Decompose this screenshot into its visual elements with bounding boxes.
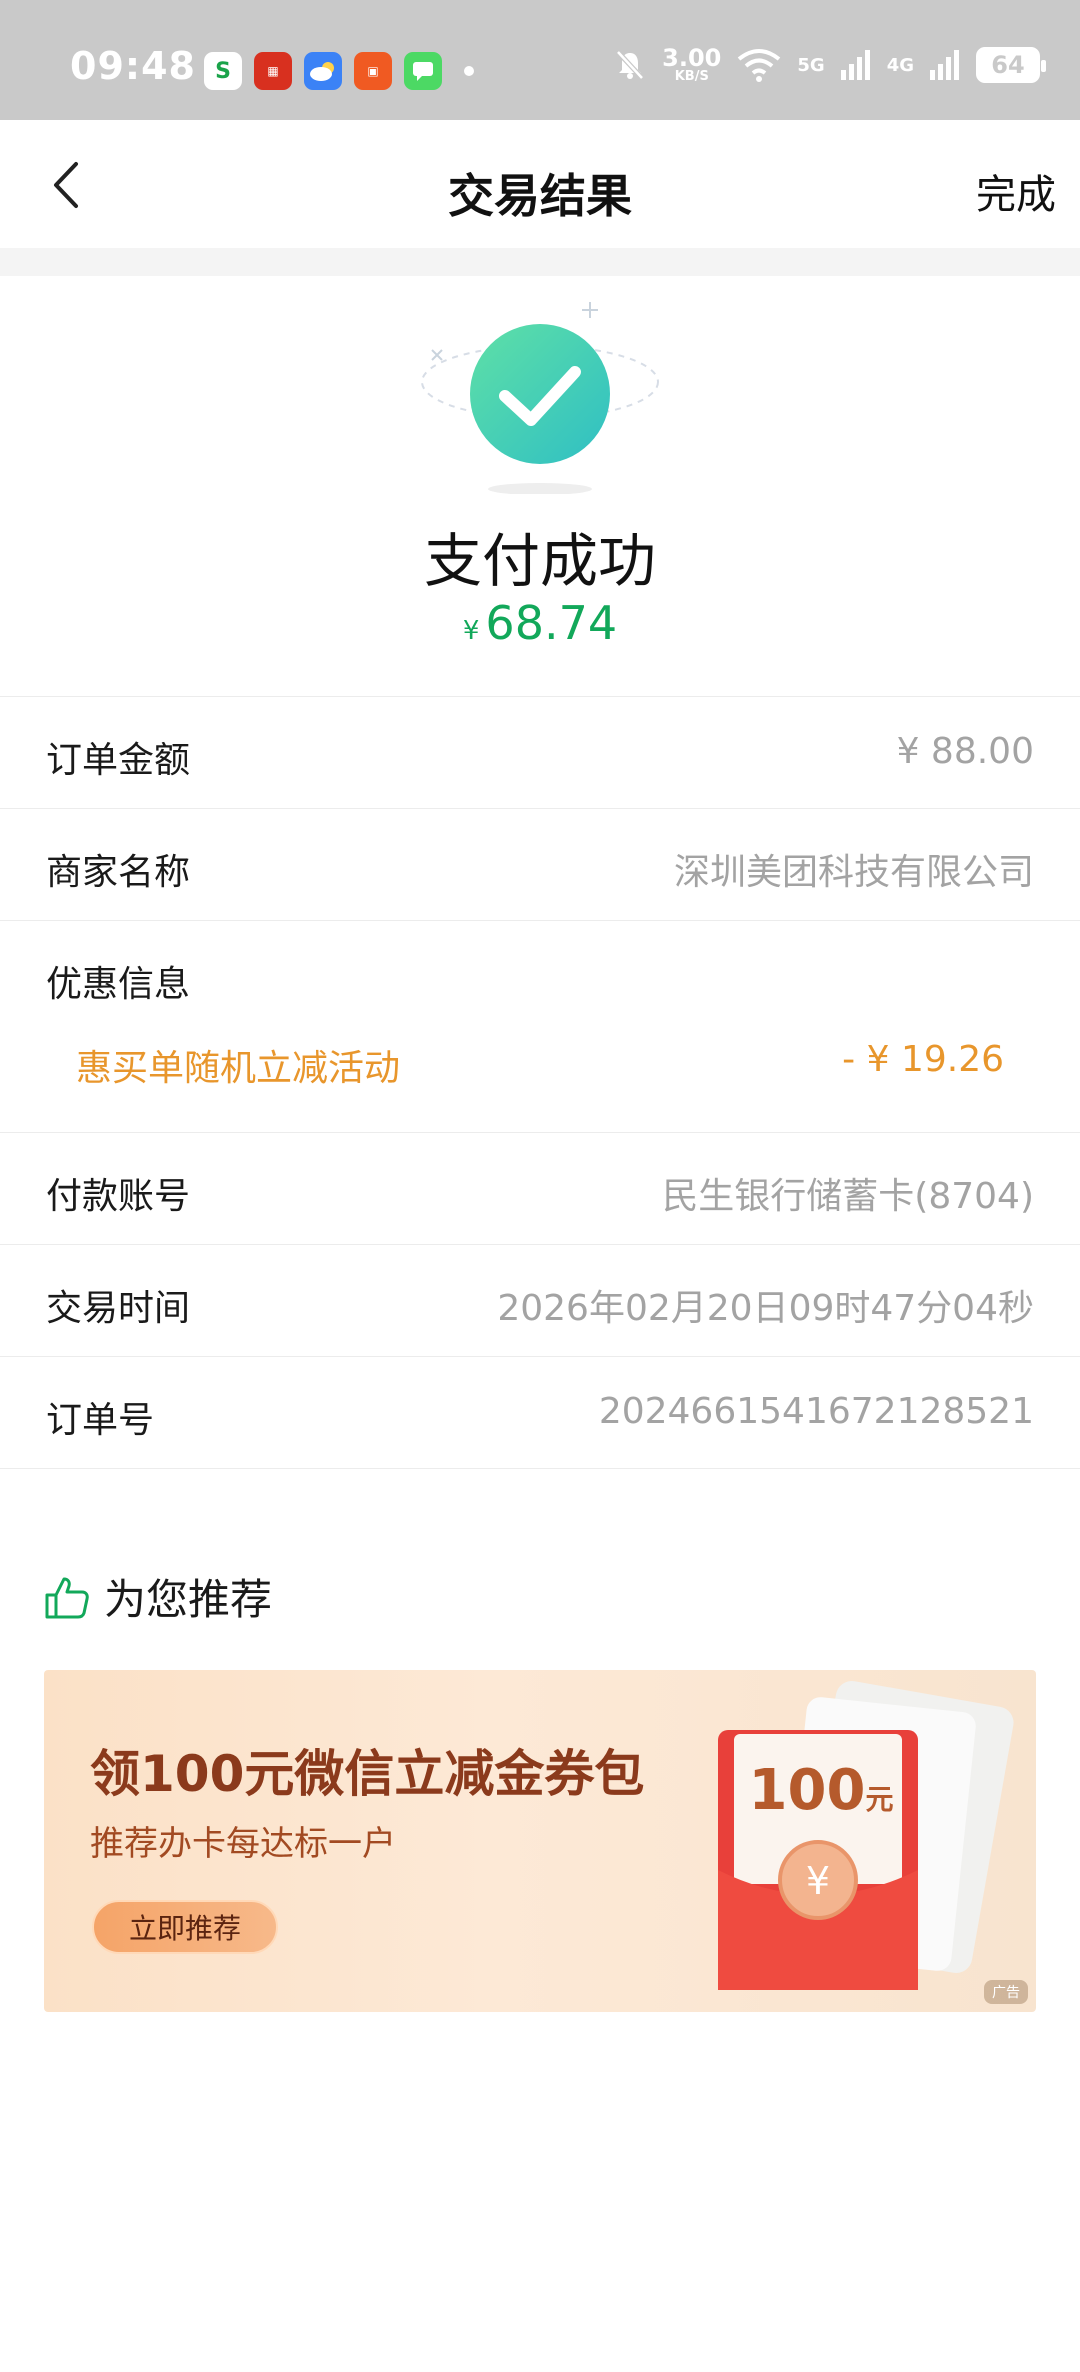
order-number-label: 订单号	[46, 1400, 155, 1441]
speed-value: 3.00	[662, 44, 722, 72]
time-value: 2026年02月20日09时47分04秒	[497, 1288, 1034, 1329]
envelope-amount-unit: 元	[865, 1783, 894, 1816]
order-number-value: 2024661541672128521	[598, 1391, 1034, 1432]
order-amount-row: 订单金额 ¥ 88.00	[0, 696, 1080, 808]
time-row: 交易时间 2026年02月20日09时47分04秒	[0, 1244, 1080, 1356]
weather-app-icon	[304, 52, 342, 90]
transaction-details: 订单金额 ¥ 88.00 商家名称 深圳美团科技有限公司 优惠信息 惠买单随机立…	[0, 696, 1080, 1469]
mute-bell-icon	[616, 50, 644, 80]
banner-title: 领100元微信立减金券包	[90, 1745, 645, 1803]
payment-status-text: 支付成功	[423, 527, 656, 595]
wifi-icon	[738, 49, 781, 82]
promo-banner[interactable]: 领100元微信立减金券包 推荐办卡每达标一户 立即推荐 ¥ 100元 广告	[44, 1670, 1036, 2012]
network-4g-label: 4G	[886, 54, 914, 76]
envelope-amount-value: 100	[748, 1758, 866, 1823]
order-number-row: 订单号 2024661541672128521	[0, 1356, 1080, 1468]
recommend-now-button[interactable]: 立即推荐	[92, 1900, 278, 1954]
account-label: 付款账号	[46, 1176, 191, 1217]
discount-value: - ¥ 19.26	[842, 1039, 1004, 1080]
account-row: 付款账号 民生银行储蓄卡(8704)	[0, 1132, 1080, 1244]
done-button[interactable]: 完成	[976, 162, 1056, 220]
success-check-icon	[410, 284, 670, 495]
message-app-icon	[404, 52, 442, 90]
shopping-app-icon: S	[204, 52, 242, 90]
page-title: 交易结果	[448, 169, 632, 223]
status-bar: 09:48 S ▦ ▣ 3.00 KB/S 5G 4G 64	[0, 0, 1080, 120]
recommend-header: 为您推荐	[44, 1566, 272, 1627]
battery-icon: 64	[976, 47, 1046, 83]
discount-label: 优惠信息	[46, 964, 191, 1005]
order-amount-label: 订单金额	[46, 740, 191, 781]
merchant-value: 深圳美团科技有限公司	[673, 852, 1034, 893]
discount-name: 惠买单随机立减活动	[76, 1048, 401, 1089]
payment-result: 支付成功 ¥68.74	[0, 276, 1080, 696]
paid-amount: ¥68.74	[0, 596, 1080, 650]
svg-text:¥: ¥	[806, 1859, 830, 1903]
time-label: 交易时间	[46, 1288, 191, 1329]
signal-4g-icon	[930, 50, 959, 80]
status-indicators: 3.00 KB/S 5G 4G 64	[612, 46, 1046, 84]
network-speed: 3.00 KB/S	[662, 46, 721, 84]
recommend-title: 为您推荐	[104, 1575, 273, 1624]
paid-amount-value: 68.74	[485, 596, 618, 650]
order-amount-value: ¥ 88.00	[896, 731, 1034, 772]
discount-row: 优惠信息 惠买单随机立减活动 - ¥ 19.26	[0, 920, 1080, 1132]
envelope-amount: 100元	[746, 1758, 896, 1823]
notification-icons: S ▦ ▣	[204, 52, 474, 90]
speed-unit: KB/S	[674, 69, 709, 84]
thumbs-up-icon	[45, 1577, 89, 1618]
ad-tag: 广告	[984, 1980, 1028, 2004]
account-value: 民生银行储蓄卡(8704)	[662, 1176, 1034, 1217]
reading-app-icon: ▦	[254, 52, 292, 90]
red-envelope-icon: ¥ 100元	[674, 1670, 1036, 2012]
section-divider	[0, 248, 1080, 276]
banner-subtitle: 推荐办卡每达标一户	[90, 1824, 396, 1864]
network-5g-label: 5G	[797, 54, 825, 76]
status-time: 09:48	[70, 44, 196, 88]
currency-symbol: ¥	[462, 616, 480, 646]
merchant-label: 商家名称	[46, 852, 191, 893]
merchant-row: 商家名称 深圳美团科技有限公司	[0, 808, 1080, 920]
bank-app-icon: ▣	[354, 52, 392, 90]
nav-bar: 交易结果 完成	[0, 120, 1080, 248]
more-notifications-dot	[464, 66, 474, 76]
signal-5g-icon	[840, 50, 870, 80]
details-bottom-divider	[0, 1468, 1080, 1469]
